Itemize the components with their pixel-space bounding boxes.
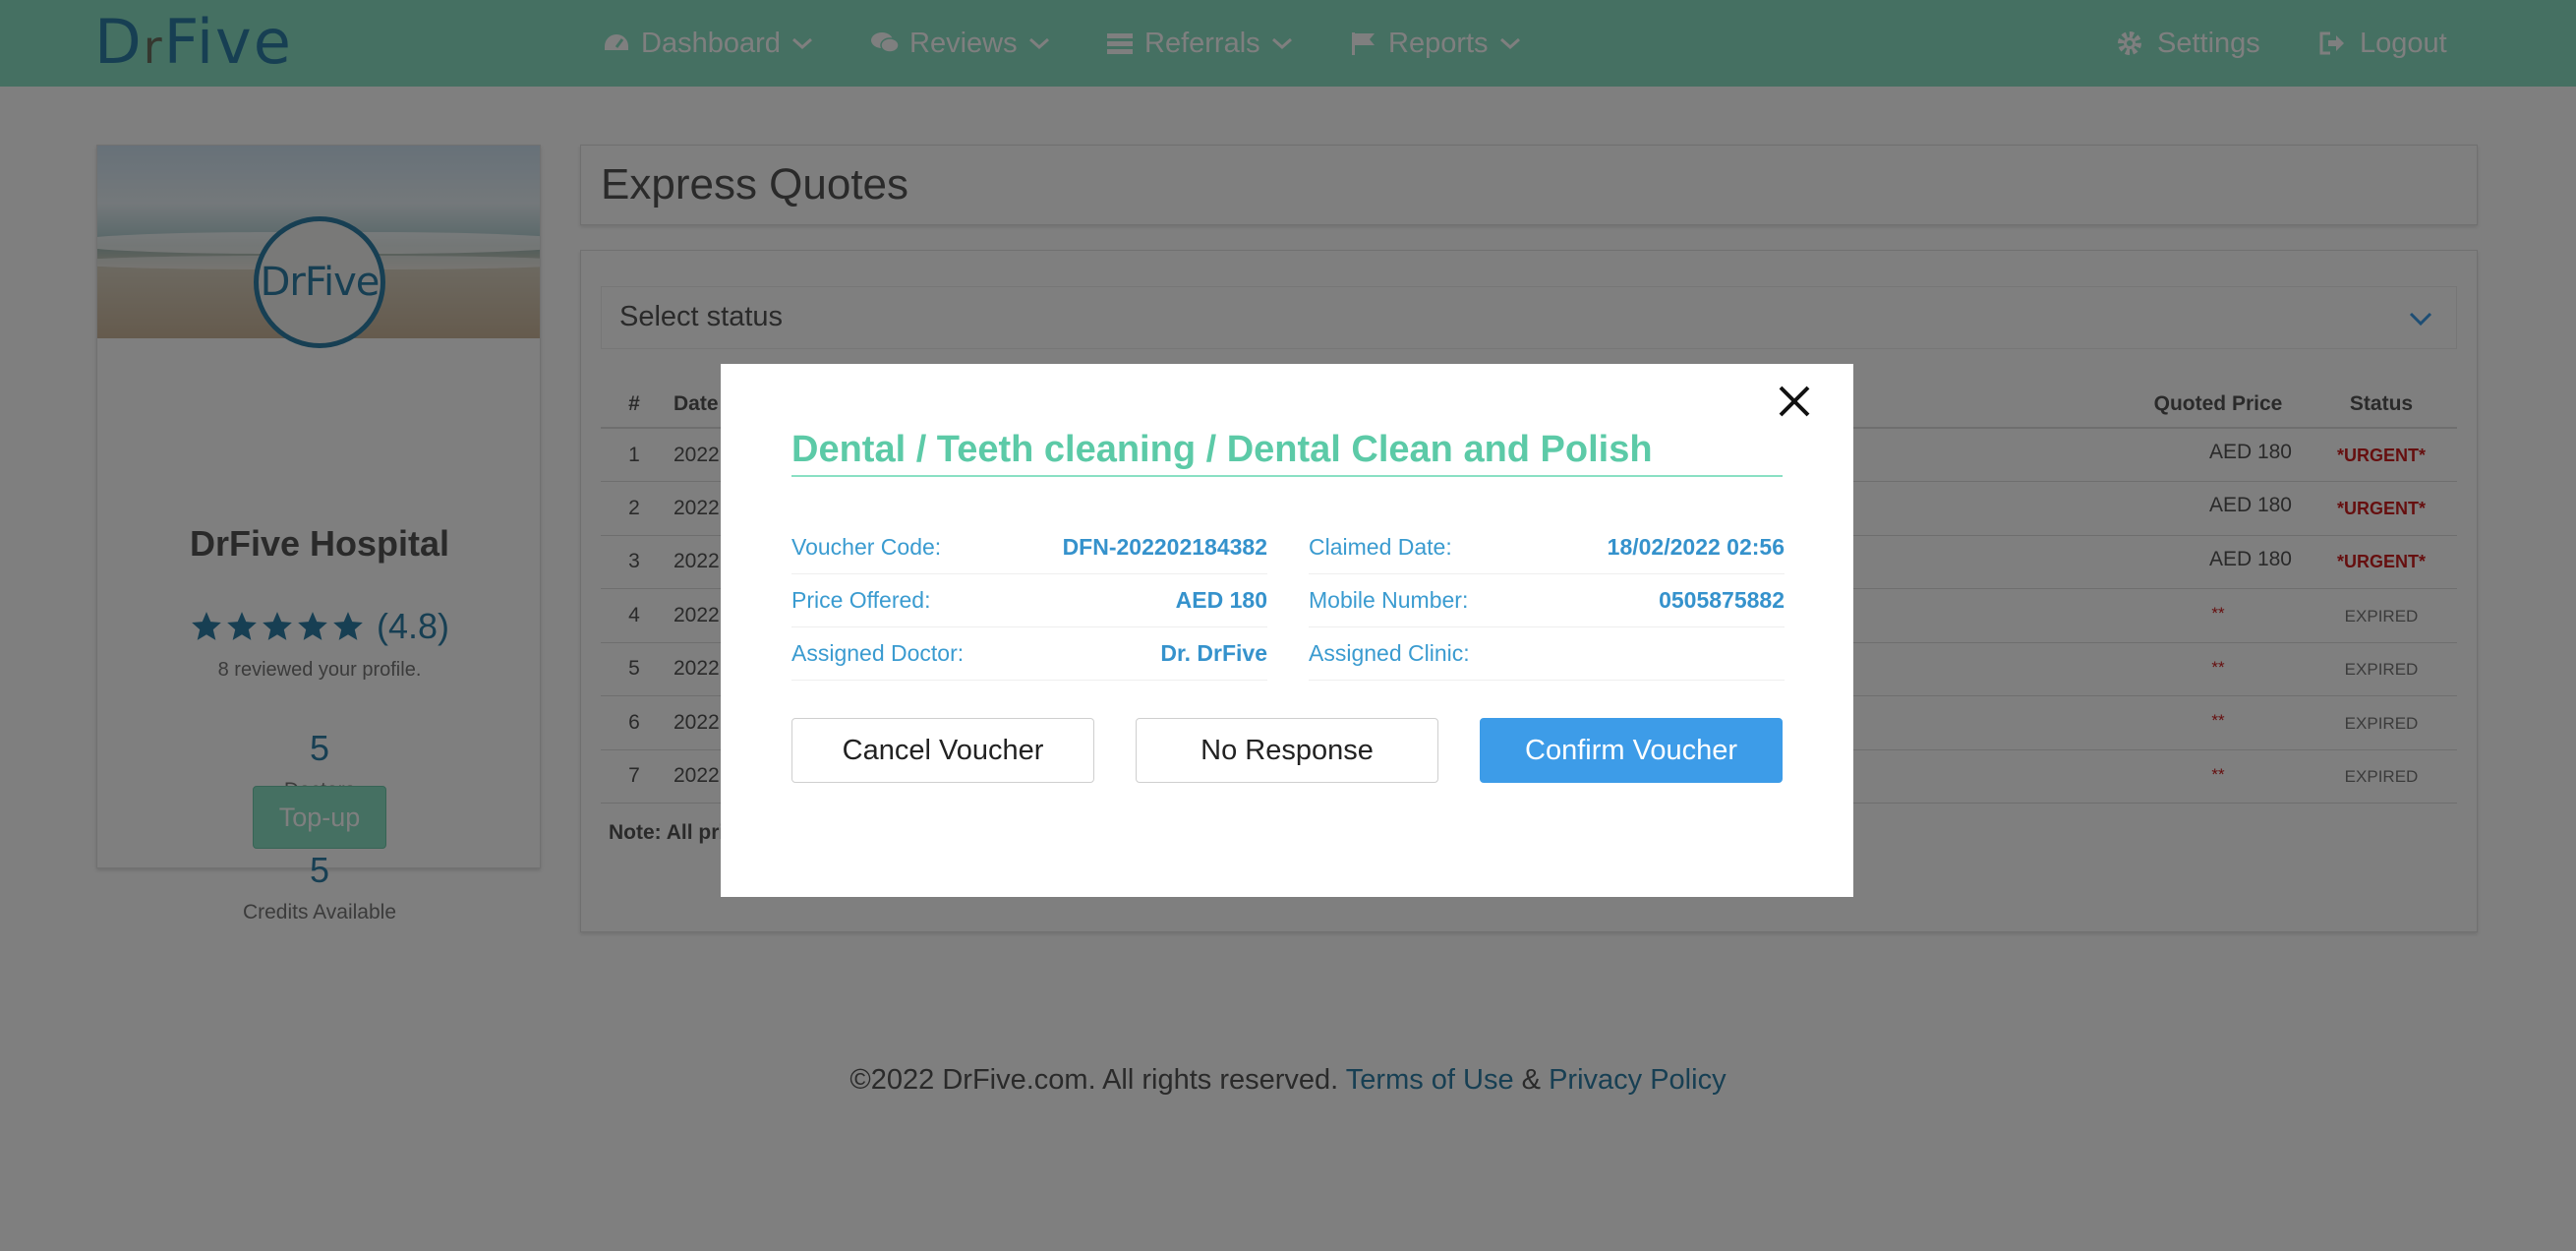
assigned-doctor-row: Assigned Doctor: Dr. DrFive [791,627,1267,681]
price-offered-row: Price Offered: AED 180 [791,574,1267,627]
price-offered-label: Price Offered: [791,587,931,613]
voucher-code-label: Voucher Code: [791,534,942,560]
claimed-date-label: Claimed Date: [1309,534,1452,560]
assigned-doctor-label: Assigned Doctor: [791,640,965,666]
mobile-number-value: 0505875882 [1659,587,1785,613]
confirm-voucher-button[interactable]: Confirm Voucher [1480,718,1783,783]
close-icon[interactable] [1771,378,1818,425]
claimed-date-row: Claimed Date: 18/02/2022 02:56 [1309,521,1785,574]
cancel-voucher-button[interactable]: Cancel Voucher [791,718,1094,783]
voucher-modal: Dental / Teeth cleaning / Dental Clean a… [721,364,1853,897]
modal-title: Dental / Teeth cleaning / Dental Clean a… [791,429,1783,477]
assigned-doctor-value: Dr. DrFive [1160,640,1267,666]
mobile-number-label: Mobile Number: [1309,587,1469,613]
voucher-code-row: Voucher Code: DFN-202202184382 [791,521,1267,574]
assigned-clinic-row: Assigned Clinic: [1309,627,1785,681]
no-response-button[interactable]: No Response [1136,718,1438,783]
voucher-code-value: DFN-202202184382 [1062,534,1267,560]
claimed-date-value: 18/02/2022 02:56 [1607,534,1785,560]
assigned-clinic-label: Assigned Clinic: [1309,640,1470,666]
mobile-number-row: Mobile Number: 0505875882 [1309,574,1785,627]
price-offered-value: AED 180 [1175,587,1267,613]
